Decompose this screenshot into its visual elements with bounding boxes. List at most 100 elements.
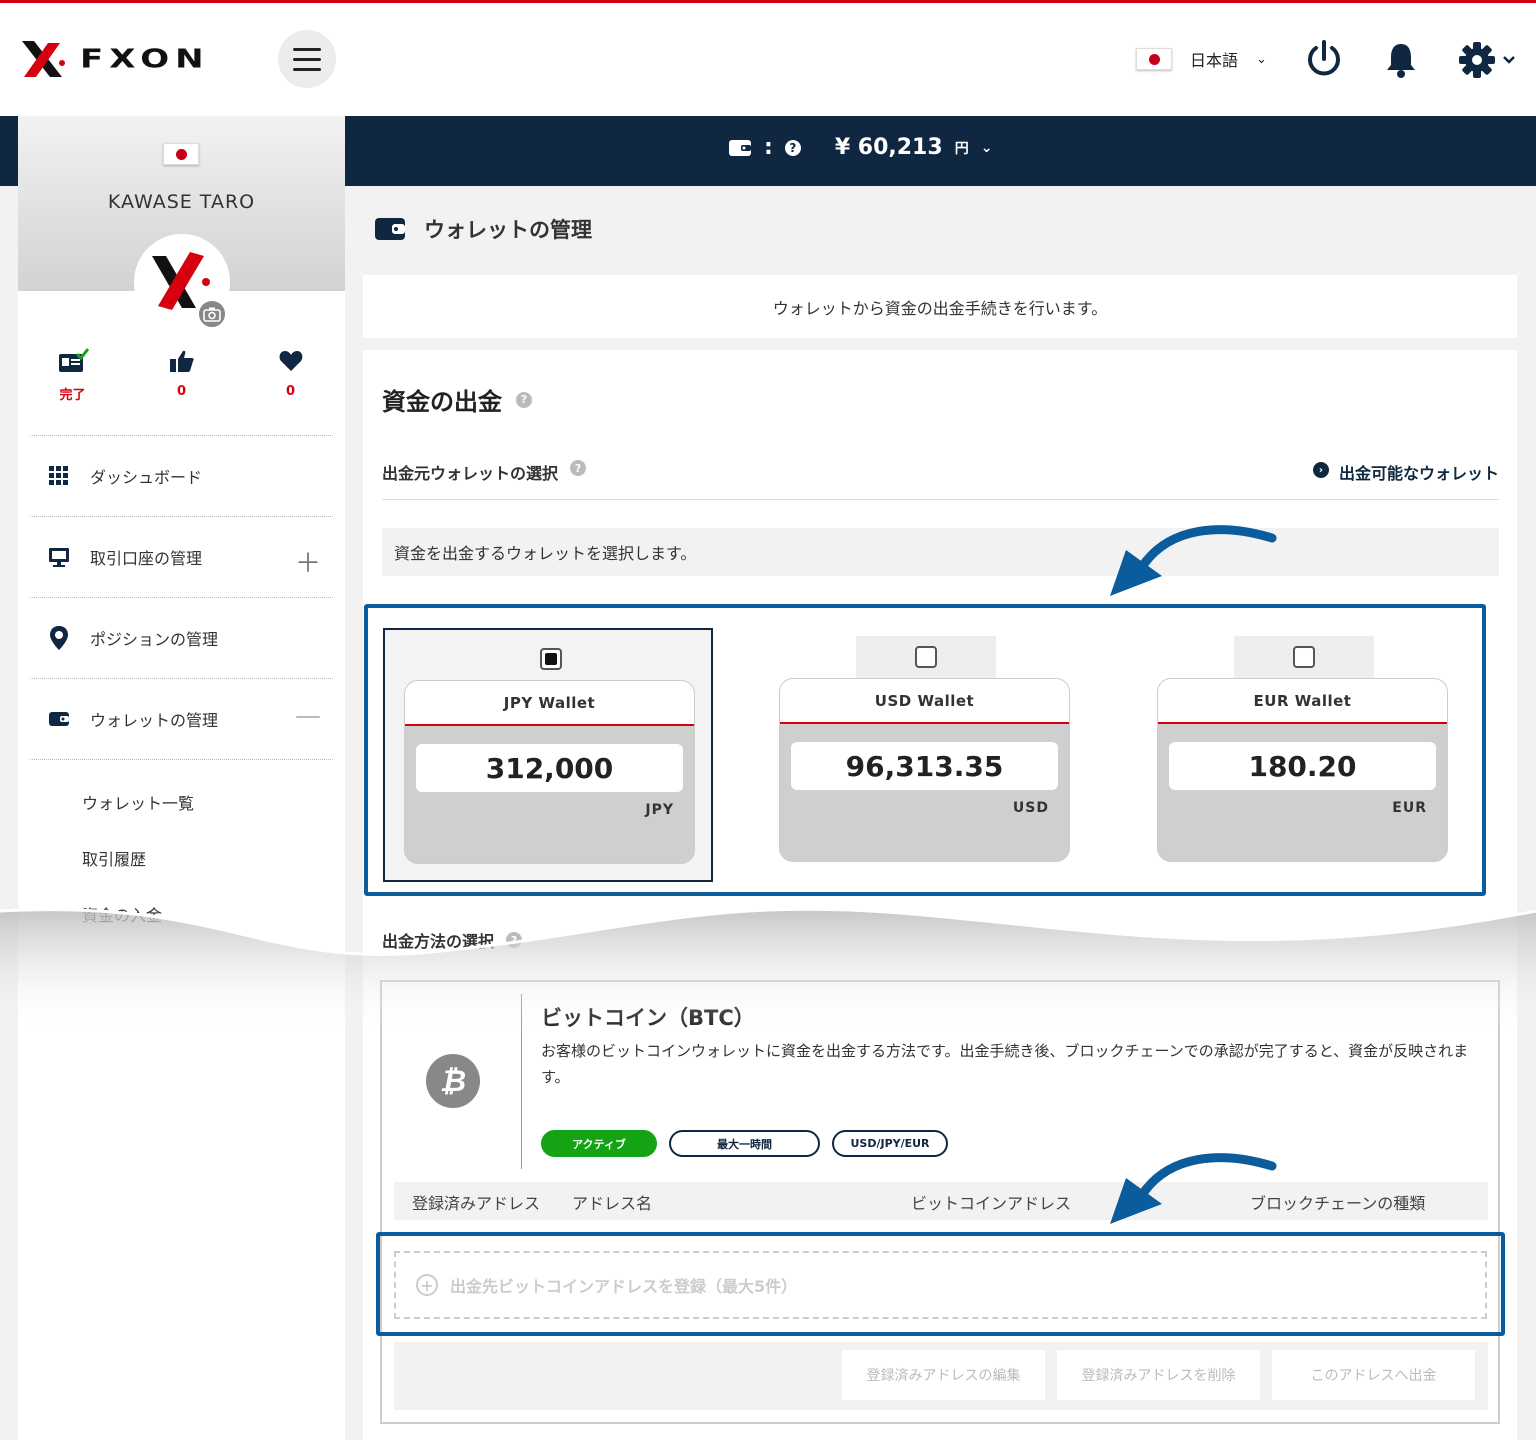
bitcoin-icon: ₿ <box>426 1054 480 1108</box>
id-card-check-icon <box>58 348 89 372</box>
subnav-wallet-list[interactable]: ウォレット一覧 <box>30 774 333 830</box>
wallet-name: JPY Wallet <box>405 681 694 726</box>
bell-icon[interactable] <box>1384 41 1418 79</box>
hamburger-line <box>293 47 321 51</box>
hamburger-line <box>293 67 321 71</box>
wallet-selection-highlight: JPY Wallet 312,000 JPY USD Wallet 96,313… <box>364 604 1486 896</box>
wallet-currency: USD <box>1012 800 1049 816</box>
heart-icon <box>279 351 302 371</box>
help-icon[interactable]: ? <box>784 139 801 156</box>
grid-icon <box>48 465 70 487</box>
delete-address-button[interactable]: 登録済みアドレスを削除 <box>1057 1350 1260 1400</box>
column-registered: 登録済みアドレス <box>412 1194 541 1213</box>
sidebar-item-positions[interactable]: ポジションの管理 <box>30 597 333 678</box>
subnav-deposit[interactable]: 資金の入金 <box>30 886 333 942</box>
available-wallets-link-text: 出金可能なウォレット <box>1338 464 1499 483</box>
fxon-logo[interactable]: FXON <box>18 37 210 81</box>
chevron-down-icon: ⌄ <box>980 139 993 156</box>
sidebar-item-label: 取引口座の管理 <box>90 549 203 568</box>
method-title: 出金方法の選択 ? <box>382 928 523 952</box>
camera-upload-button[interactable] <box>196 298 228 330</box>
help-icon[interactable]: ? <box>506 932 523 948</box>
stat-favorites[interactable]: 0 <box>236 348 345 403</box>
sidebar-item-wallet[interactable]: ウォレットの管理 — <box>30 678 333 759</box>
camera-icon <box>203 307 221 322</box>
method-icon-column: ₿ <box>382 994 522 1169</box>
column-bitcoin-address: ビットコインアドレス <box>911 1194 1072 1213</box>
wallet-body: EUR Wallet 180.20 EUR <box>1157 678 1448 862</box>
withdraw-to-address-button[interactable]: このアドレスへ出金 <box>1272 1350 1475 1400</box>
sidebar-item-trading-accounts[interactable]: 取引口座の管理 ＋ <box>30 516 333 597</box>
method-name: ビットコイン（BTC） <box>541 1006 755 1030</box>
help-icon[interactable]: ? <box>516 391 532 408</box>
wallet-icon <box>729 139 751 156</box>
app-header: FXON 日本語 ⌄ <box>0 3 1536 116</box>
wallet-checkbox[interactable] <box>915 646 937 668</box>
method-description: お客様のビットコインウォレットに資金を出金する方法です。出金手続き後、ブロックチ… <box>541 1042 1469 1086</box>
balance-separator: : <box>764 135 773 160</box>
wallet-checkbox[interactable] <box>540 648 562 670</box>
sidebar-nav: ダッシュボード 取引口座の管理 ＋ ポジションの管理 ウォレットの管理 — ウォ… <box>30 435 333 942</box>
method-bitcoin-card[interactable]: ₿ ビットコイン（BTC） お客様のビットコインウォレットに資金を出金する方法で… <box>376 980 1505 1424</box>
fxon-logo-mark-icon <box>22 41 65 77</box>
page-title-text: ウォレットの管理 <box>424 218 592 242</box>
wallet-tab <box>1234 636 1374 682</box>
wallet-currency: EUR <box>1392 800 1427 816</box>
stat-value: 完了 <box>59 388 86 403</box>
available-wallets-link[interactable]: › 出金可能なウォレット <box>1312 460 1499 499</box>
address-table-header: 登録済みアドレス アドレス名 ビットコインアドレス ブロックチェーンの種類 <box>394 1182 1488 1220</box>
section-title: 資金の出金 ? <box>382 382 532 417</box>
stat-likes[interactable]: 0 <box>127 348 236 403</box>
column-address-name: アドレス名 <box>572 1194 653 1213</box>
method-title-text: 出金方法の選択 <box>382 932 495 951</box>
wallet-body: JPY Wallet 312,000 JPY <box>404 680 695 864</box>
power-icon[interactable] <box>1305 39 1343 79</box>
wallet-icon <box>375 218 405 240</box>
edit-address-button[interactable]: 登録済みアドレスの編集 <box>842 1350 1045 1400</box>
expand-plus-icon[interactable]: ＋ <box>295 543 321 580</box>
add-address-button[interactable]: + 出金先ビットコインアドレスを登録（最大5件） <box>394 1251 1487 1319</box>
page-title: ウォレットの管理 <box>374 214 592 244</box>
wallet-amount: 180.20 <box>1169 742 1436 790</box>
wallet-checkbox[interactable] <box>1293 646 1315 668</box>
sidebar-item-label: ポジションの管理 <box>90 630 219 649</box>
wallet-icon <box>48 708 70 730</box>
balance-unit: 円 <box>954 140 969 157</box>
wallet-card-jpy[interactable]: JPY Wallet 312,000 JPY <box>383 628 713 882</box>
sidebar-item-dashboard[interactable]: ダッシュボード <box>30 435 333 516</box>
wallet-amount: 96,313.35 <box>791 742 1058 790</box>
column-blockchain-type: ブロックチェーンの種類 <box>1250 1194 1426 1213</box>
total-balance-dropdown[interactable]: : ? ¥ 60,213 円 ⌄ <box>728 135 992 160</box>
profile-stats: 完了 0 0 <box>18 348 345 403</box>
add-address-label: 出金先ビットコインアドレスを登録（最大5件） <box>450 1277 798 1296</box>
language-selector[interactable]: 日本語 ⌄ <box>1136 47 1267 71</box>
intro-text: ウォレットから資金の出金手続きを行います。 <box>772 298 1108 318</box>
menu-toggle-button[interactable] <box>278 30 336 88</box>
plus-circle-icon: + <box>416 1274 438 1296</box>
monitor-icon <box>48 546 70 568</box>
section-title-text: 資金の出金 <box>382 388 502 416</box>
wallet-card-usd[interactable]: USD Wallet 96,313.35 USD <box>760 628 1090 882</box>
source-wallet-hint: 資金を出金するウォレットを選択します。 <box>382 528 1499 576</box>
chevron-right-icon: › <box>1312 462 1329 478</box>
address-actions: 登録済みアドレスの編集 登録済みアドレスを削除 このアドレスへ出金 <box>394 1342 1488 1410</box>
wallet-name: USD Wallet <box>780 679 1069 724</box>
collapse-minus-icon[interactable]: — <box>295 701 321 731</box>
subnav-transaction-history[interactable]: 取引履歴 <box>30 830 333 886</box>
stat-verification[interactable]: 完了 <box>18 348 127 403</box>
stat-value: 0 <box>285 384 296 399</box>
method-tags: アクティブ 最大一時間 USD/JPY/EUR <box>541 1130 948 1157</box>
add-address-highlight: + 出金先ビットコインアドレスを登録（最大5件） <box>376 1232 1505 1336</box>
stat-value: 0 <box>176 384 187 399</box>
language-label: 日本語 <box>1190 51 1239 70</box>
chevron-down-icon: ⌄ <box>1256 51 1267 67</box>
help-icon[interactable]: ? <box>570 460 587 476</box>
sidebar-item-label: ダッシュボード <box>90 468 203 487</box>
processing-time-badge: 最大一時間 <box>669 1130 820 1157</box>
japan-flag-icon <box>163 143 199 165</box>
user-name: KAWASE TARO <box>107 191 256 213</box>
settings-gear-icon[interactable] <box>1458 41 1520 79</box>
wallet-card-eur[interactable]: EUR Wallet 180.20 EUR <box>1138 628 1468 882</box>
source-wallet-header: 出金元ウォレットの選択 ? › 出金可能なウォレット <box>382 460 1499 500</box>
source-wallet-title-text: 出金元ウォレットの選択 <box>382 464 559 483</box>
